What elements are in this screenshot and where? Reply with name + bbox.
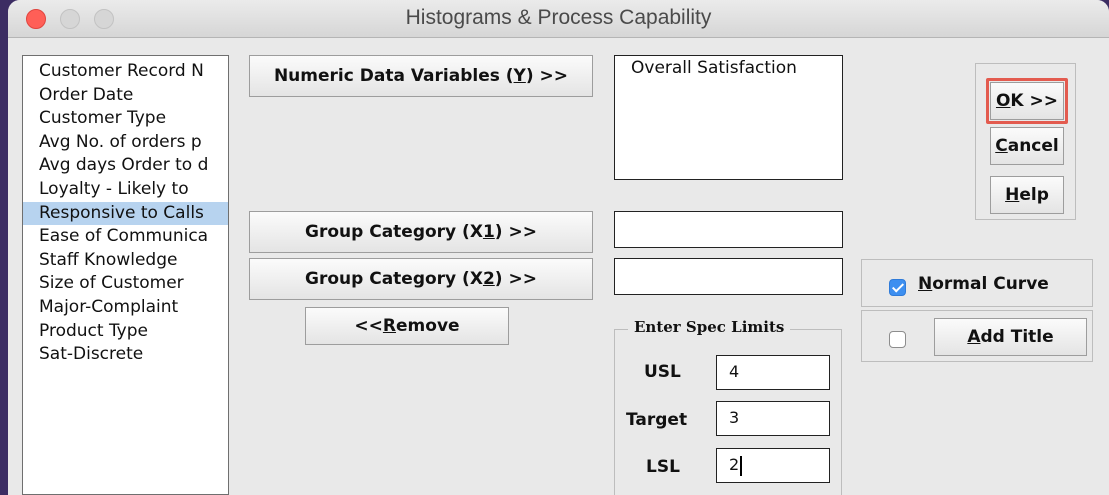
x2-button-shortcut: 2 (482, 269, 495, 289)
x1-value (615, 212, 842, 216)
numeric-variable-value[interactable]: Overall Satisfaction (615, 56, 842, 80)
variable-list-item[interactable]: Staff Knowledge (23, 249, 228, 273)
variable-list-item[interactable]: Loyalty - Likely to (23, 178, 228, 202)
add-title-label: dd Title (980, 327, 1054, 347)
normal-curve-label: Normal Curve (918, 274, 1049, 294)
cancel-button[interactable]: Cancel (990, 127, 1064, 165)
lsl-label: LSL (646, 457, 680, 477)
normal-curve-checkbox[interactable] (889, 279, 906, 296)
variable-list-item[interactable]: Avg No. of orders p (23, 131, 228, 155)
remove-label-post: emove (396, 316, 460, 336)
usl-value: 4 (729, 362, 740, 381)
usl-input[interactable]: 4 (716, 355, 830, 390)
help-button[interactable]: Help (990, 176, 1064, 214)
group-category-x2-button[interactable]: Group Category (X 2) >> (249, 258, 593, 300)
variable-list-item[interactable]: Size of Customer (23, 272, 228, 296)
x1-button-label-post: ) >> (494, 222, 537, 242)
remove-button[interactable]: << Remove (305, 307, 509, 345)
target-value: 3 (729, 408, 740, 427)
group-category-x2-field[interactable] (614, 258, 843, 295)
variable-list-item[interactable]: Product Type (23, 320, 228, 344)
x2-button-label-post: ) >> (494, 269, 537, 289)
group-category-x1-field[interactable] (614, 211, 843, 248)
usl-label: USL (644, 362, 681, 382)
normal-curve-text: ormal Curve (932, 274, 1049, 294)
variable-list-item[interactable]: Sat-Discrete (23, 343, 228, 367)
remove-label-pre: << (354, 316, 383, 336)
add-title-shortcut: A (967, 327, 981, 347)
cancel-shortcut: C (995, 136, 1008, 156)
lsl-input[interactable]: 2 (716, 448, 830, 483)
variable-list-item[interactable]: Customer Type (23, 107, 228, 131)
spec-limits-legend: Enter Spec Limits (628, 318, 791, 336)
target-input[interactable]: 3 (716, 401, 830, 436)
dialog-window: Histograms & Process Capability Customer… (8, 0, 1109, 495)
help-shortcut: H (1005, 185, 1020, 205)
numeric-button-label-pre: Numeric Data Variables ( (273, 66, 514, 86)
x1-button-label-pre: Group Category (X (305, 222, 483, 242)
x1-button-shortcut: 1 (482, 222, 495, 242)
variable-list[interactable]: Customer Record N Order Date Customer Type… (22, 55, 229, 495)
x2-value (615, 259, 842, 263)
add-title-button[interactable]: Add Title (934, 318, 1087, 356)
variable-list-item[interactable]: Customer Record N (23, 60, 228, 84)
ok-highlight-annotation (986, 78, 1068, 124)
numeric-data-variables-button[interactable]: Numeric Data Variables (Y) >> (249, 55, 593, 97)
normal-curve-shortcut: N (918, 274, 933, 294)
window-title: Histograms & Process Capability (405, 6, 712, 29)
add-title-option: Add Title (861, 310, 1093, 362)
target-label: Target (626, 410, 688, 430)
text-cursor (740, 455, 743, 476)
lsl-value: 2 (729, 455, 740, 474)
remove-shortcut: R (382, 316, 397, 336)
normal-curve-option[interactable]: Normal Curve (861, 259, 1093, 307)
numeric-button-label-post: ) >> (525, 66, 569, 86)
cancel-label: ancel (1007, 136, 1059, 156)
group-category-x1-button[interactable]: Group Category (X 1) >> (249, 211, 593, 253)
variable-list-item[interactable]: Responsive to Calls (23, 201, 228, 226)
numeric-variables-field[interactable]: Overall Satisfaction (614, 55, 843, 180)
variable-list-item[interactable]: Order Date (23, 84, 228, 108)
help-label: elp (1019, 185, 1049, 205)
variable-list-item[interactable]: Major-Complaint (23, 296, 228, 320)
add-title-checkbox[interactable] (889, 331, 906, 348)
x2-button-label-pre: Group Category (X (305, 269, 483, 289)
title-bar: Histograms & Process Capability (8, 0, 1109, 38)
variable-list-item[interactable]: Avg days Order to d (23, 154, 228, 178)
numeric-button-shortcut: Y (513, 66, 526, 86)
variable-list-item[interactable]: Ease of Communica (23, 225, 228, 249)
